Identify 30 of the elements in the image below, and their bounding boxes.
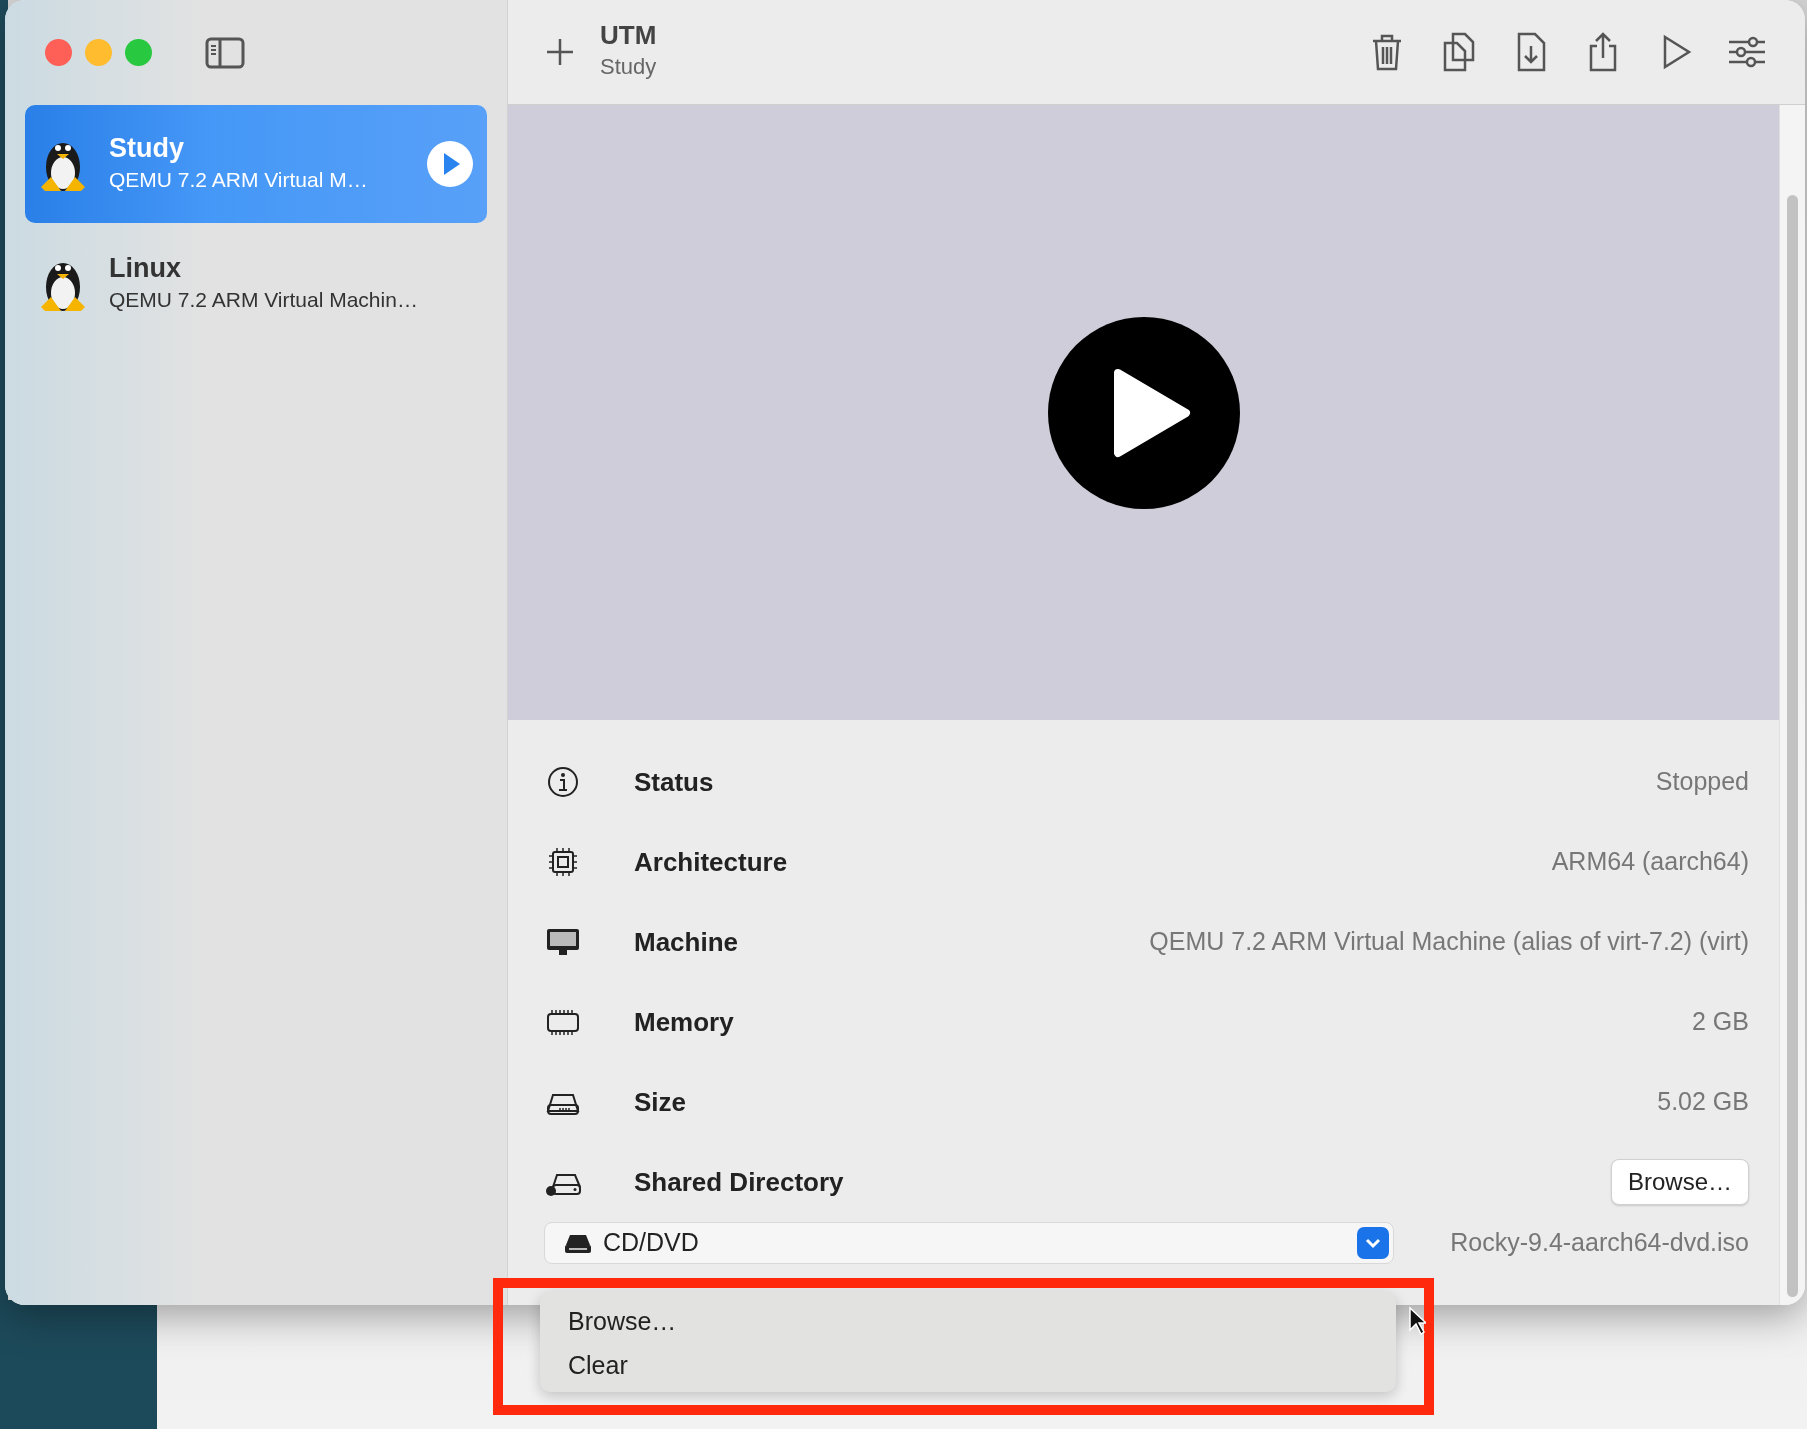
play-icon[interactable]	[1047, 316, 1240, 509]
drive-select[interactable]: CD/DVD	[544, 1222, 1394, 1264]
vm-description: QEMU 7.2 ARM Virtual Machin…	[109, 286, 419, 313]
detail-label: Architecture	[634, 845, 788, 879]
vm-description: QEMU 7.2 ARM Virtual M…	[109, 166, 369, 193]
detail-value: Stopped	[1655, 766, 1749, 798]
detail-label: Machine	[634, 925, 739, 959]
detail-value: 5.02 GB	[1657, 1086, 1749, 1118]
app-title: UTM	[600, 21, 657, 50]
sidebar-item[interactable]: Linux QEMU 7.2 ARM Virtual Machin…	[25, 225, 487, 343]
vm-name: Linux	[109, 252, 182, 284]
detail-label: Status	[634, 765, 714, 799]
detail-value: QEMU 7.2 ARM Virtual Machine (alias of virt-7.2) (virt)	[1149, 926, 1749, 958]
detail-value: ARM64 (aarch64)	[1551, 846, 1749, 878]
drive-image-name: Rocky-9.4-aarch64-dvd.iso	[1450, 1227, 1749, 1259]
add-icon[interactable]	[544, 36, 576, 68]
detail-label: Size	[634, 1085, 687, 1119]
menu-item[interactable]: Browse…	[540, 1300, 705, 1344]
vm-name: Study	[109, 132, 185, 164]
scrollbar-thumb[interactable]	[1787, 195, 1798, 1297]
cursor-icon	[1408, 1306, 1426, 1336]
browse-button[interactable]: Browse…	[1610, 1159, 1749, 1205]
vm-subtitle: Study	[600, 52, 657, 81]
scrollbar[interactable]	[1779, 105, 1805, 1305]
detail-label: Shared Directory	[634, 1165, 844, 1199]
detail-value: 2 GB	[1692, 1006, 1749, 1038]
sidebar-toggle-icon[interactable]	[205, 36, 245, 69]
chevron-down-icon[interactable]	[1357, 1227, 1389, 1259]
menu-item[interactable]: Clear	[540, 1343, 656, 1387]
detail-label: Memory	[634, 1005, 734, 1039]
